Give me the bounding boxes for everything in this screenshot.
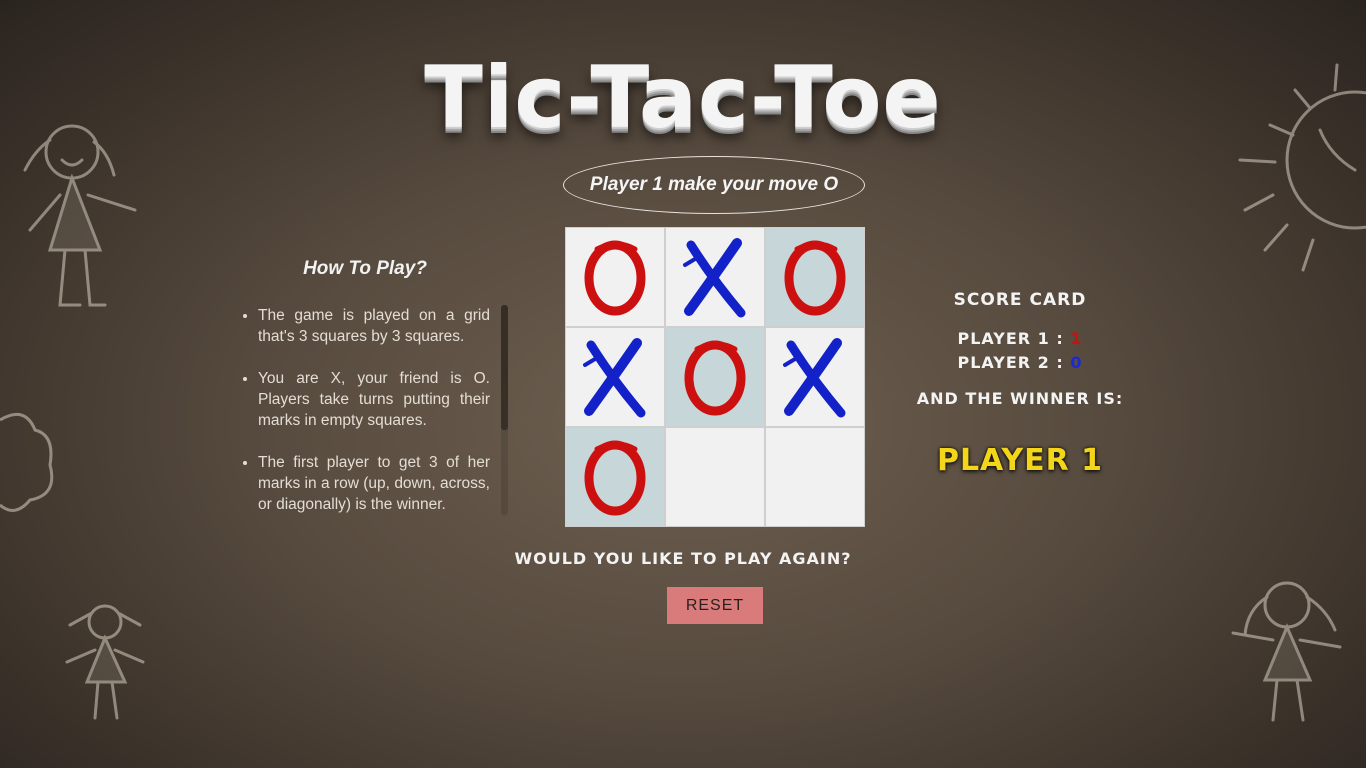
player2-score: PLAYER 2 : 0 [900,353,1140,372]
chalk-girl-right-drawing [1231,581,1342,722]
x-mark-icon [683,238,746,318]
rule-item: The game is played on a grid that's 3 sq… [258,305,490,347]
chalk-cloud-drawing [0,412,54,512]
reset-button[interactable]: RESET [667,587,763,624]
how-to-play-list: The game is played on a grid that's 3 sq… [238,305,490,515]
how-to-play-panel: The game is played on a grid that's 3 sq… [238,305,509,515]
board-cell[interactable] [565,427,665,527]
score-card-title: SCORE CARD [953,290,1087,310]
chalk-girl-left-drawing [23,124,137,307]
player1-score-value: 1 [1070,329,1083,348]
player1-label: PLAYER 1 : [957,329,1064,348]
x-mark-icon [783,338,846,418]
how-to-play-scrollbar[interactable] [501,305,508,515]
o-mark-icon [584,240,646,316]
board-cell[interactable] [565,327,665,427]
how-to-play-title: How To Play? [303,258,427,279]
board-cell[interactable] [665,427,765,527]
o-mark-icon [784,240,846,316]
winner-label: AND THE WINNER IS: [916,389,1124,408]
board-cell[interactable] [765,227,865,327]
board-cell[interactable] [665,227,765,327]
o-mark-icon [584,440,646,516]
board-cell[interactable] [765,427,865,527]
rule-item: The first player to get 3 of her marks i… [258,452,490,515]
game-title: Tic-Tac-Toe [424,48,942,148]
player1-score: PLAYER 1 : 1 [900,329,1140,348]
x-mark-icon [583,338,646,418]
board-cell[interactable] [565,227,665,327]
rule-item: You are X, your friend is O. Players tak… [258,368,490,431]
o-mark-icon [684,340,746,416]
player2-label: PLAYER 2 : [957,353,1064,372]
player2-score-value: 0 [1070,353,1083,372]
play-again-prompt: WOULD YOU LIKE TO PLAY AGAIN? [514,549,852,568]
winner-name: PLAYER 1 [936,443,1104,478]
scrollbar-thumb[interactable] [501,305,508,430]
game-board [565,227,865,527]
board-cell[interactable] [665,327,765,427]
chalk-small-girl-drawing [65,604,145,720]
board-cell[interactable] [765,327,865,427]
turn-status: Player 1 make your move O [563,156,865,214]
